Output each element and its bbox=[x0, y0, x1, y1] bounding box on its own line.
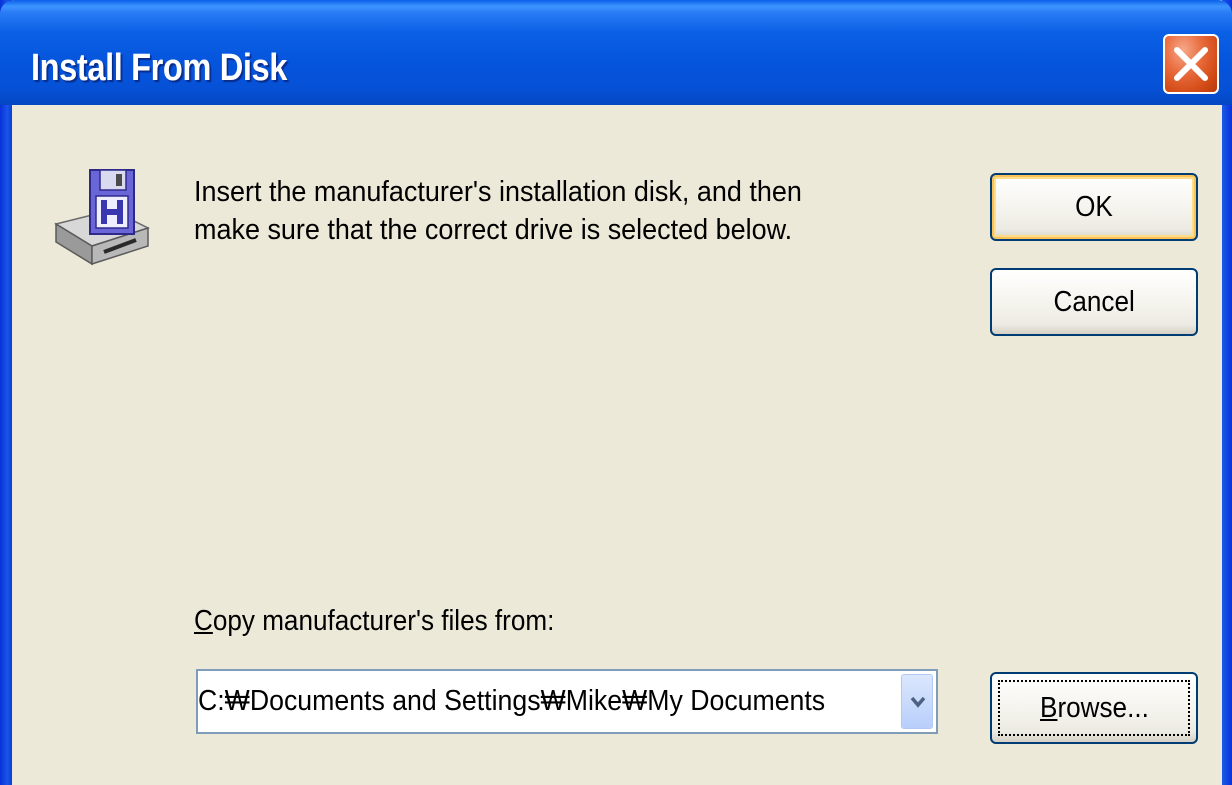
floppy-drive-icon bbox=[54, 169, 150, 266]
close-icon bbox=[1174, 47, 1208, 81]
path-combobox[interactable]: C:₩Documents and Settings₩Mike₩My Docume… bbox=[196, 669, 938, 734]
window-right-border bbox=[1222, 0, 1232, 785]
ok-button[interactable]: OK bbox=[990, 173, 1198, 241]
window-title: Install From Disk bbox=[31, 47, 288, 89]
instruction-line-2: make sure that the correct drive is sele… bbox=[194, 214, 793, 246]
cancel-button[interactable]: Cancel bbox=[990, 268, 1198, 336]
browse-accelerator: B bbox=[1039, 691, 1058, 724]
copy-label-accelerator: C bbox=[194, 605, 213, 637]
browse-button[interactable]: Browse... bbox=[990, 672, 1198, 744]
window-left-border bbox=[0, 0, 12, 785]
chevron-down-icon bbox=[910, 696, 926, 708]
title-bar[interactable]: Install From Disk bbox=[0, 0, 1232, 105]
dropdown-button[interactable] bbox=[901, 674, 933, 729]
browse-button-label: Browse... bbox=[1040, 692, 1149, 725]
install-from-disk-dialog: Install From Disk Insert the manufacture… bbox=[0, 0, 1232, 785]
browse-label-text: rowse... bbox=[1057, 691, 1149, 724]
copy-label-text: opy manufacturer's files from: bbox=[212, 605, 555, 637]
instruction-line-1: Insert the manufacturer's installation d… bbox=[194, 176, 802, 208]
copy-from-label: Copy manufacturer's files from: bbox=[194, 605, 554, 638]
close-button[interactable] bbox=[1163, 34, 1219, 94]
instruction-text: Insert the manufacturer's installation d… bbox=[194, 173, 882, 249]
path-input[interactable]: C:₩Documents and Settings₩Mike₩My Docume… bbox=[198, 685, 842, 718]
ok-button-label: OK bbox=[1075, 190, 1113, 223]
cancel-button-label: Cancel bbox=[1053, 285, 1135, 318]
